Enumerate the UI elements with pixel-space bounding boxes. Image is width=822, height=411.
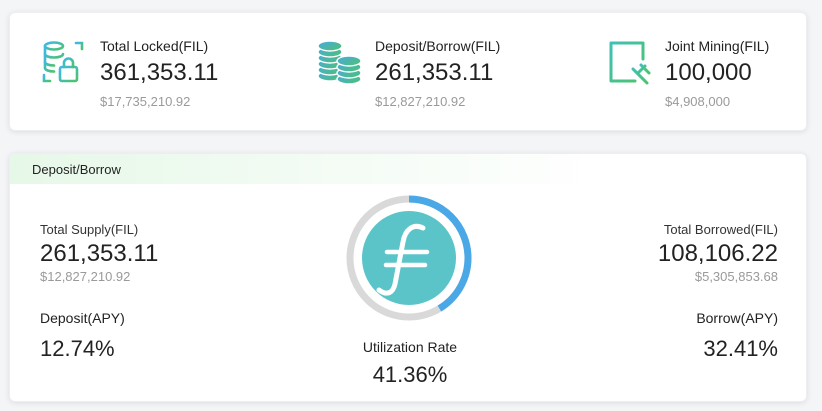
stat-usd: $17,735,210.92 [100,94,191,109]
stat-label: Deposit/Borrow(FIL) [375,38,501,54]
section-title: Deposit/Borrow [32,162,121,177]
borrow-apy-label: Borrow(APY) [696,310,778,326]
borrow-apy-value: 32.41% [703,336,778,361]
utilization-gauge [346,195,472,321]
stat-usd: $12,827,210.92 [375,94,466,109]
coin-stack-icon [317,40,362,85]
total-borrowed-value: 108,106.22 [657,240,778,267]
total-supply-label: Total Supply(FIL) [40,222,139,237]
deposit-borrow-card: Deposit/Borrow Total Supply(FIL) 261,353… [9,153,807,402]
stat-value: 361,353.11 [100,59,219,86]
stat-label: Total Locked(FIL) [100,38,209,54]
stat-usd: $4,908,000 [665,94,731,109]
deposit-apy-value: 12.74% [40,336,115,361]
section-header: Deposit/Borrow [10,154,806,184]
total-borrowed-label: Total Borrowed(FIL) [663,222,778,237]
stat-label: Joint Mining(FIL) [665,38,770,54]
deposit-apy-label: Deposit(APY) [40,310,125,326]
utilization-label: Utilization Rate [362,339,458,355]
total-borrowed-usd: $5,305,853.68 [694,269,778,284]
mining-document-icon [609,41,651,85]
total-supply-usd: $12,827,210.92 [40,269,131,284]
summary-card: Total Locked(FIL) 361,353.11 $17,735,210… [9,12,807,131]
filecoin-logo-icon [362,211,456,305]
stat-value: 100,000 [665,59,752,86]
stat-value: 261,353.11 [375,59,494,86]
database-lock-icon [42,41,84,83]
utilization-value: 41.36% [372,362,448,387]
total-supply-value: 261,353.11 [40,240,159,267]
